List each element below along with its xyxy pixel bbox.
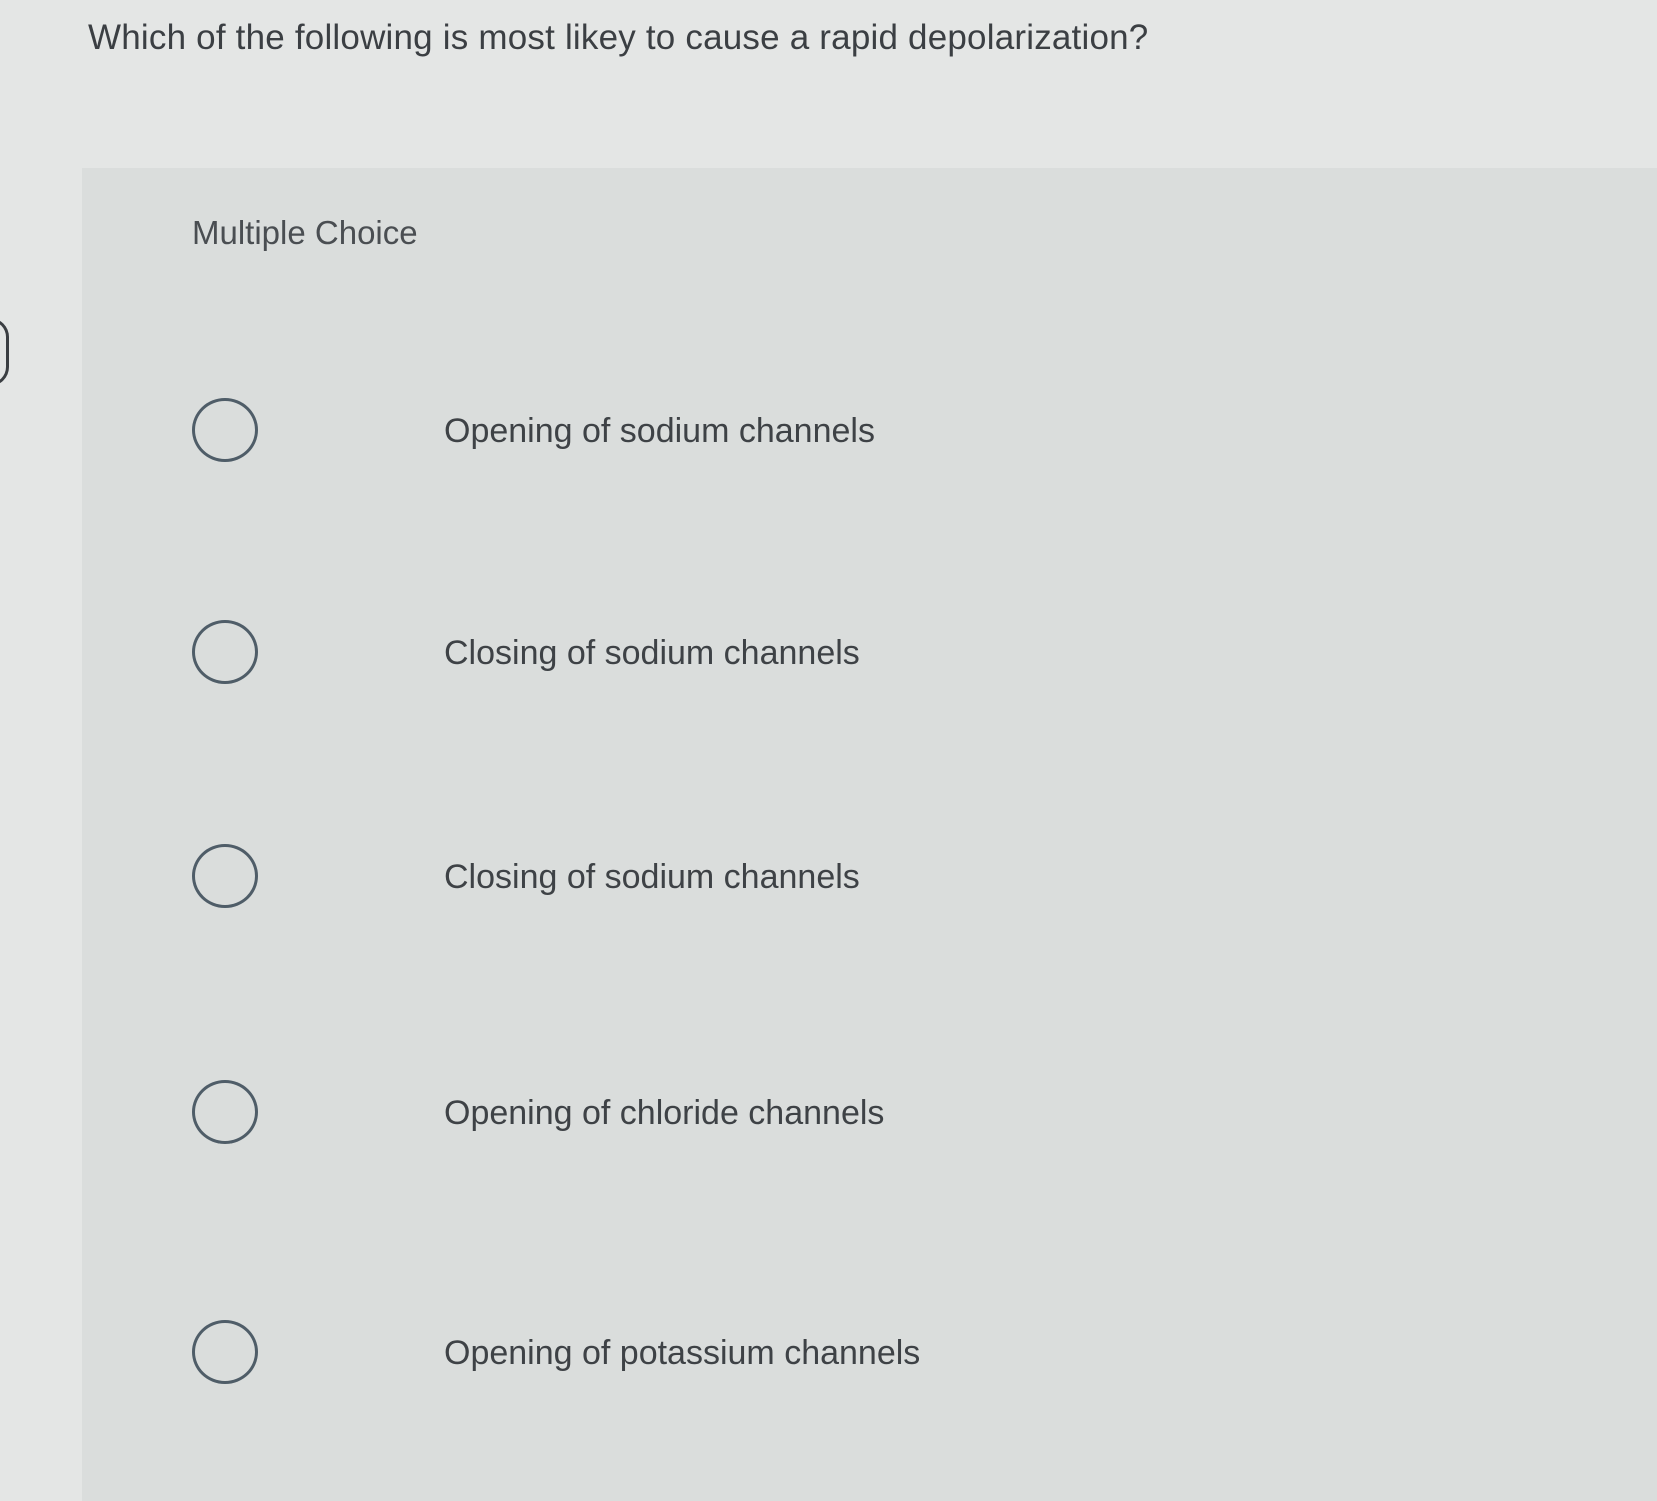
radio-button-icon[interactable] bbox=[192, 620, 258, 684]
choice-label[interactable]: Opening of potassium channels bbox=[444, 1334, 920, 1373]
question-text: Which of the following is most likey to … bbox=[88, 18, 1149, 57]
radio-button-icon[interactable] bbox=[192, 398, 258, 462]
radio-button-icon[interactable] bbox=[192, 1080, 258, 1144]
choice-option-4[interactable]: Opening of chloride channels bbox=[192, 1076, 1392, 1156]
choice-label[interactable]: Closing of sodium channels bbox=[444, 858, 860, 897]
radio-button-icon[interactable] bbox=[192, 844, 258, 908]
side-tab-edge bbox=[0, 318, 9, 386]
choice-option-5[interactable]: Opening of potassium channels bbox=[192, 1316, 1392, 1396]
choice-label[interactable]: Opening of chloride channels bbox=[444, 1094, 884, 1133]
choice-option-1[interactable]: Opening of sodium channels bbox=[192, 394, 1392, 474]
multiple-choice-panel: Multiple Choice Opening of sodium channe… bbox=[82, 168, 1657, 1501]
choice-option-3[interactable]: Closing of sodium channels bbox=[192, 840, 1392, 920]
choice-option-2[interactable]: Closing of sodium channels bbox=[192, 616, 1392, 696]
choice-label[interactable]: Opening of sodium channels bbox=[444, 412, 875, 451]
choice-label[interactable]: Closing of sodium channels bbox=[444, 634, 860, 673]
question-type-label: Multiple Choice bbox=[192, 214, 418, 251]
radio-button-icon[interactable] bbox=[192, 1320, 258, 1384]
